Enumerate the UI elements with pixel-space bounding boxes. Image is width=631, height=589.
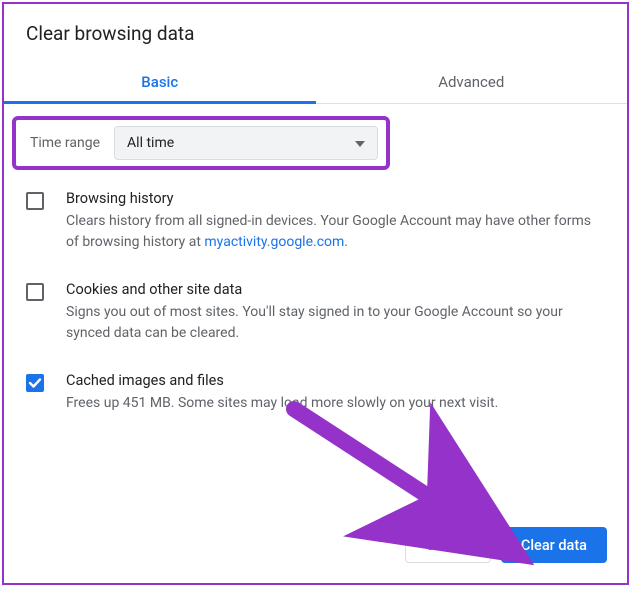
checkbox-cookies[interactable] — [26, 283, 44, 301]
option-text: Cookies and other site data Signs you ou… — [66, 281, 605, 344]
time-range-highlight: Time range All time — [12, 116, 390, 170]
checkbox-browsing-history[interactable] — [26, 192, 44, 210]
tab-basic[interactable]: Basic — [4, 63, 316, 103]
option-description: Clears history from all signed-in device… — [66, 211, 605, 253]
option-cookies: Cookies and other site data Signs you ou… — [26, 281, 605, 344]
option-browsing-history: Browsing history Clears history from all… — [26, 190, 605, 253]
dialog-title: Clear browsing data — [4, 4, 627, 45]
clear-browsing-data-dialog: Clear browsing data Basic Advanced Time … — [2, 2, 629, 585]
tab-advanced[interactable]: Advanced — [316, 63, 628, 103]
time-range-label: Time range — [30, 135, 100, 151]
cancel-button[interactable]: Cancel — [405, 527, 491, 563]
options-list: Browsing history Clears history from all… — [4, 170, 627, 414]
option-title: Cached images and files — [66, 372, 605, 389]
checkbox-cache[interactable] — [26, 374, 44, 392]
time-range-value: All time — [127, 135, 174, 151]
option-description: Frees up 451 MB. Some sites may load mor… — [66, 393, 605, 414]
option-description: Signs you out of most sites. You'll stay… — [66, 302, 605, 344]
dialog-buttons: Cancel Clear data — [405, 527, 608, 563]
check-icon — [27, 375, 43, 391]
option-desc-post: . — [344, 234, 348, 250]
option-text: Cached images and files Frees up 451 MB.… — [66, 372, 605, 414]
clear-data-button[interactable]: Clear data — [501, 527, 607, 563]
option-title: Browsing history — [66, 190, 605, 207]
option-text: Browsing history Clears history from all… — [66, 190, 605, 253]
chevron-down-icon — [355, 135, 365, 151]
time-range-select[interactable]: All time — [114, 126, 378, 160]
option-cache: Cached images and files Frees up 451 MB.… — [26, 372, 605, 414]
tabs: Basic Advanced — [4, 63, 627, 104]
option-title: Cookies and other site data — [66, 281, 605, 298]
myactivity-link[interactable]: myactivity.google.com — [204, 234, 344, 250]
